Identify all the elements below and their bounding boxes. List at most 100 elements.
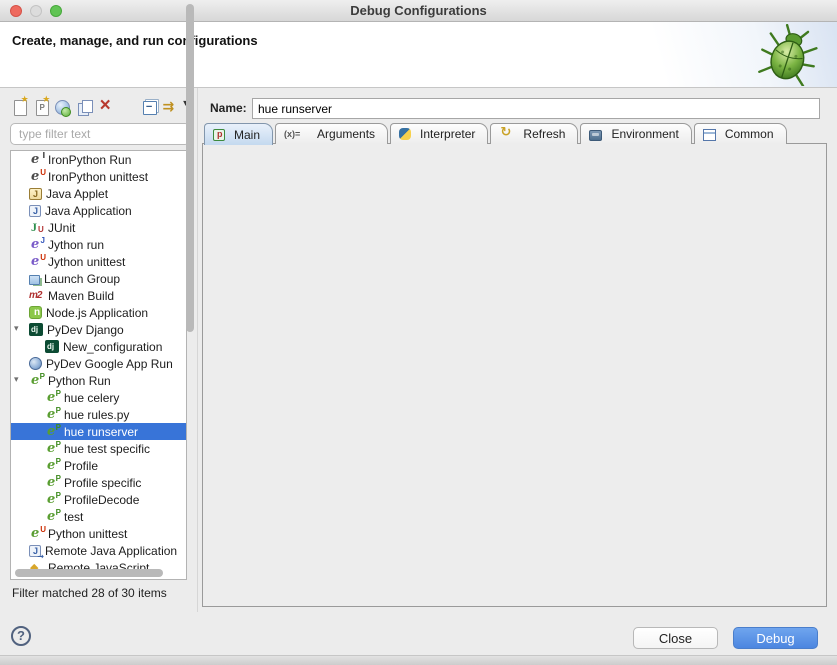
page-title: Create, manage, and run configurations bbox=[12, 33, 258, 48]
tree-item-label: hue celery bbox=[64, 391, 119, 405]
tab[interactable]: Refresh bbox=[490, 123, 578, 144]
tree-horizontal-scrollbar[interactable] bbox=[15, 569, 163, 577]
tree-item-label: Profile specific bbox=[64, 476, 141, 490]
tree-item[interactable]: ▾ test bbox=[11, 508, 186, 525]
duplicate-config-icon[interactable] bbox=[75, 97, 94, 118]
jython-run-icon bbox=[29, 238, 44, 252]
tree-item[interactable]: ▾ Java Application bbox=[11, 202, 186, 219]
tree-item[interactable]: ▾ Maven Build bbox=[11, 287, 186, 304]
tree-item[interactable]: ▾ Jython run bbox=[11, 236, 186, 253]
tree-item[interactable]: ▾ hue rules.py bbox=[11, 406, 186, 423]
tree-item[interactable]: ▾ ProfileDecode bbox=[11, 491, 186, 508]
tree-item-label: ProfileDecode bbox=[64, 493, 139, 507]
debug-button[interactable]: Debug bbox=[733, 627, 818, 649]
new-config-icon[interactable] bbox=[10, 97, 29, 118]
tree-item-label: Remote Java Application bbox=[45, 544, 177, 558]
tree-item-label: PyDev Google App Run bbox=[46, 357, 173, 371]
minimize-window-icon[interactable] bbox=[30, 5, 42, 17]
python-run-icon bbox=[29, 374, 44, 388]
window-bottom-edge bbox=[0, 655, 837, 665]
tree-item[interactable]: ▾ IronPython Run bbox=[11, 151, 186, 168]
export-config-icon[interactable] bbox=[53, 97, 72, 118]
python-run-config-icon bbox=[45, 391, 60, 405]
remote-java-icon bbox=[29, 545, 41, 557]
tree-item[interactable]: ▾ PyDev Google App Run bbox=[11, 355, 186, 372]
tree-item[interactable]: ▾ Remote Java Application bbox=[11, 542, 186, 559]
tree-item[interactable]: ▾ PyDev Django bbox=[11, 321, 186, 338]
java-application-icon bbox=[29, 205, 41, 217]
tab[interactable]: Common bbox=[694, 123, 787, 144]
tree-item-label: Java Applet bbox=[46, 187, 108, 201]
tree-item-label: Profile bbox=[64, 459, 98, 473]
nodejs-icon bbox=[29, 306, 42, 319]
tree-item[interactable]: ▾ Jython unittest bbox=[11, 253, 186, 270]
tree-item-label: Jython unittest bbox=[48, 255, 125, 269]
window-title: Debug Configurations bbox=[0, 0, 837, 21]
expander-icon[interactable]: ▾ bbox=[14, 374, 19, 385]
help-button[interactable]: ? bbox=[11, 626, 31, 646]
tree-item[interactable]: ▾ Java Applet bbox=[11, 185, 186, 202]
maven-build-icon bbox=[29, 289, 44, 303]
zoom-window-icon[interactable] bbox=[50, 5, 62, 17]
launch-group-icon bbox=[29, 275, 40, 285]
tree-item-label: Node.js Application bbox=[46, 306, 148, 320]
pydev-django-icon bbox=[29, 323, 43, 336]
dialog-header: Create, manage, and run configurations bbox=[0, 22, 837, 88]
tree-item[interactable]: ▾ Node.js Application bbox=[11, 304, 186, 321]
panel-divider[interactable] bbox=[197, 88, 198, 612]
tab[interactable]: Interpreter bbox=[390, 123, 488, 144]
tree-item[interactable]: ▾ JUnit bbox=[11, 219, 186, 236]
environment-icon bbox=[589, 130, 602, 141]
tree-item-label: hue runserver bbox=[64, 425, 138, 439]
python-run-config-icon bbox=[45, 425, 60, 439]
expander-icon[interactable]: ▾ bbox=[14, 323, 19, 334]
name-input[interactable] bbox=[252, 98, 820, 119]
close-window-icon[interactable] bbox=[10, 5, 22, 17]
filter-input[interactable] bbox=[10, 123, 190, 145]
main-tab-icon bbox=[213, 129, 225, 141]
tree-item[interactable]: ▾ hue test specific bbox=[11, 440, 186, 457]
tab[interactable]: Arguments bbox=[275, 123, 388, 144]
tree-item[interactable]: ▾ IronPython unittest bbox=[11, 168, 186, 185]
tab-label: Common bbox=[725, 127, 774, 141]
junit-icon bbox=[29, 221, 44, 235]
tab[interactable]: Main bbox=[204, 123, 273, 145]
tree-item-label: IronPython Run bbox=[48, 153, 131, 167]
tree-item-label: IronPython unittest bbox=[48, 170, 148, 184]
tree-item[interactable]: ▾ hue runserver bbox=[11, 423, 186, 440]
interpreter-icon bbox=[399, 128, 411, 140]
python-run-config-icon bbox=[45, 493, 60, 507]
tree-item-label: Launch Group bbox=[44, 272, 120, 286]
delete-config-icon[interactable] bbox=[97, 97, 116, 118]
filter-status: Filter matched 28 of 30 items bbox=[12, 586, 167, 600]
tree-vertical-scrollbar[interactable] bbox=[186, 4, 194, 332]
window-titlebar: Debug Configurations bbox=[0, 0, 837, 22]
filter-launch-icon[interactable] bbox=[161, 97, 180, 118]
tab-label: Arguments bbox=[317, 127, 375, 141]
tree-item-label: New_configuration bbox=[63, 340, 162, 354]
new-prototype-icon[interactable] bbox=[32, 97, 51, 118]
tree-item[interactable]: ▾ Python unittest bbox=[11, 525, 186, 542]
tree-item[interactable]: ▾ Profile specific bbox=[11, 474, 186, 491]
python-run-config-icon bbox=[45, 459, 60, 473]
close-button[interactable]: Close bbox=[633, 627, 718, 649]
tree-item-label: Jython run bbox=[48, 238, 104, 252]
python-run-config-icon bbox=[45, 408, 60, 422]
tree-item[interactable]: ▾ Python Run bbox=[11, 372, 186, 389]
tree-item[interactable]: ▾ Launch Group bbox=[11, 270, 186, 287]
tree-item[interactable]: ▾ New_configuration bbox=[11, 338, 186, 355]
google-app-run-icon bbox=[29, 357, 42, 370]
tree-item-label: hue test specific bbox=[64, 442, 150, 456]
tree-item[interactable]: ▾ Profile bbox=[11, 457, 186, 474]
separator[interactable] bbox=[118, 97, 137, 118]
tree-item-label: Python unittest bbox=[48, 527, 127, 541]
tab-label: Refresh bbox=[523, 127, 565, 141]
collapse-all-icon[interactable] bbox=[140, 97, 159, 118]
tree-item[interactable]: ▾ hue celery bbox=[11, 389, 186, 406]
python-run-config-icon bbox=[45, 476, 60, 490]
ironpython-run-icon bbox=[29, 153, 44, 167]
tab[interactable]: Environment bbox=[580, 123, 691, 144]
tab-label: Interpreter bbox=[420, 127, 475, 141]
config-tabs: Main Arguments Interpreter Refresh Envir… bbox=[204, 122, 789, 144]
refresh-icon bbox=[499, 127, 514, 141]
